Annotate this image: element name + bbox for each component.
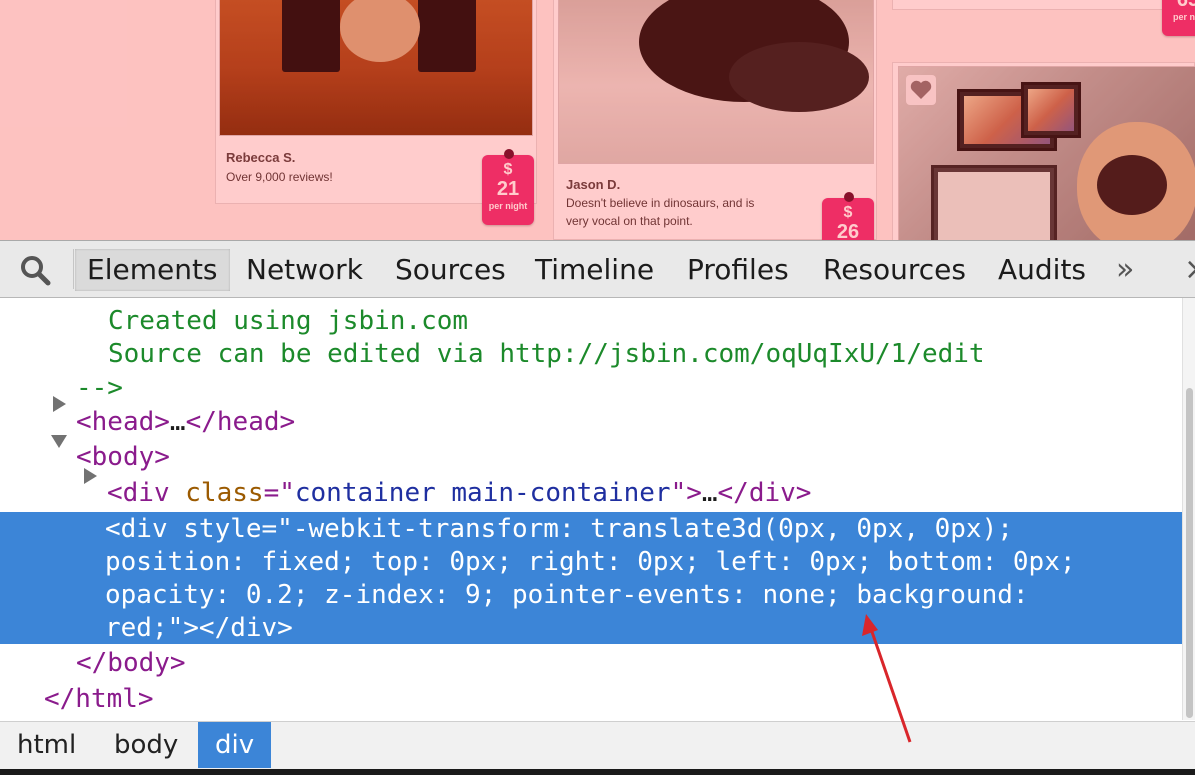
tv-monitor [1021, 82, 1081, 138]
scrollbar-thumb[interactable] [1186, 388, 1193, 718]
price-unit: per night [488, 201, 528, 211]
breadcrumb-body[interactable]: body [97, 722, 195, 768]
web-page-viewport: Rebecca S. Over 9,000 reviews! $ 21 per … [0, 0, 1195, 240]
pug-face [1097, 155, 1167, 215]
tab-timeline[interactable]: Timeline [535, 249, 654, 291]
laptop [931, 165, 1057, 240]
listing-photo[interactable] [898, 66, 1195, 240]
price-tag: $ 65 per nig [1162, 0, 1195, 36]
collapse-triangle-icon[interactable] [51, 435, 67, 448]
close-icon[interactable]: × [1184, 249, 1195, 291]
dom-tree-scrollbar[interactable] [1182, 298, 1195, 720]
comment-end: --> [76, 373, 123, 403]
breadcrumb: html body div [0, 721, 1195, 769]
price-value: 21 [496, 178, 520, 200]
person-legs [418, 0, 476, 72]
expand-triangle-icon[interactable] [84, 468, 97, 484]
listing-photo[interactable] [219, 0, 533, 136]
dog-legs [340, 0, 420, 62]
currency-symbol: $ [503, 161, 513, 178]
comment-line: Created using jsbin.com [108, 306, 469, 336]
listing-card-pug[interactable] [892, 62, 1195, 240]
price-value: 65 [1176, 0, 1195, 11]
tab-elements[interactable]: Elements [75, 249, 230, 291]
tab-sources[interactable]: Sources [395, 249, 506, 291]
window-bottom-edge [0, 769, 1195, 775]
tab-resources[interactable]: Resources [823, 249, 966, 291]
selected-node-line: position: fixed; top: 0px; right: 0px; l… [105, 547, 1076, 577]
dom-node-container-div[interactable]: <div class="container main-container">…<… [107, 476, 811, 510]
devtools-panel: Elements Network Sources Timeline Profil… [0, 240, 1195, 775]
breadcrumb-html[interactable]: html [0, 722, 93, 768]
favorite-heart-icon[interactable] [906, 75, 936, 105]
host-description: Over 9,000 reviews! [226, 170, 333, 184]
tag-pin-icon [504, 149, 514, 159]
devtools-toolbar: Elements Network Sources Timeline Profil… [0, 240, 1195, 298]
listing-card-partial[interactable] [892, 0, 1195, 10]
tab-audits[interactable]: Audits [998, 249, 1086, 291]
host-name: Rebecca S. [226, 150, 296, 165]
dom-node-html-close[interactable]: </html> [44, 682, 154, 716]
tab-network[interactable]: Network [246, 249, 363, 291]
more-tabs-chevron-icon[interactable]: » [1116, 249, 1134, 291]
selected-node-line: opacity: 0.2; z-index: 9; pointer-events… [105, 580, 1029, 610]
selected-dom-node[interactable]: <div style="-webkit-transform: translate… [0, 512, 1182, 644]
dom-node-head[interactable]: <head>…</head> [76, 405, 295, 439]
host-description-line: Doesn't believe in dinosaurs, and is [566, 196, 755, 210]
dom-node-body-close[interactable]: </body> [76, 646, 186, 680]
person-legs [282, 0, 340, 72]
price-tag: $ 26 [822, 192, 874, 240]
tab-profiles[interactable]: Profiles [687, 249, 789, 291]
selected-node-line: red;"></div> [105, 613, 293, 643]
host-name: Jason D. [566, 177, 621, 192]
listing-photo[interactable] [558, 0, 874, 164]
price-value: 26 [836, 221, 860, 240]
tag-pin-icon [844, 192, 854, 202]
host-description-line: very vocal on that point. [566, 214, 693, 228]
dom-tree: Created using jsbin.com Source can be ed… [0, 298, 1182, 720]
comment-line: Source can be edited via http://jsbin.co… [108, 339, 985, 369]
search-icon[interactable] [18, 253, 58, 287]
toolbar-separator [73, 249, 74, 289]
price-unit: per nig [1172, 12, 1195, 22]
pug-body [729, 42, 869, 112]
selected-node-line: <div style="-webkit-transform: translate… [105, 514, 1013, 544]
currency-symbol: $ [843, 204, 853, 221]
breadcrumb-div[interactable]: div [198, 722, 272, 768]
expand-triangle-icon[interactable] [53, 396, 66, 412]
price-tag: $ 21 per night [482, 149, 534, 225]
